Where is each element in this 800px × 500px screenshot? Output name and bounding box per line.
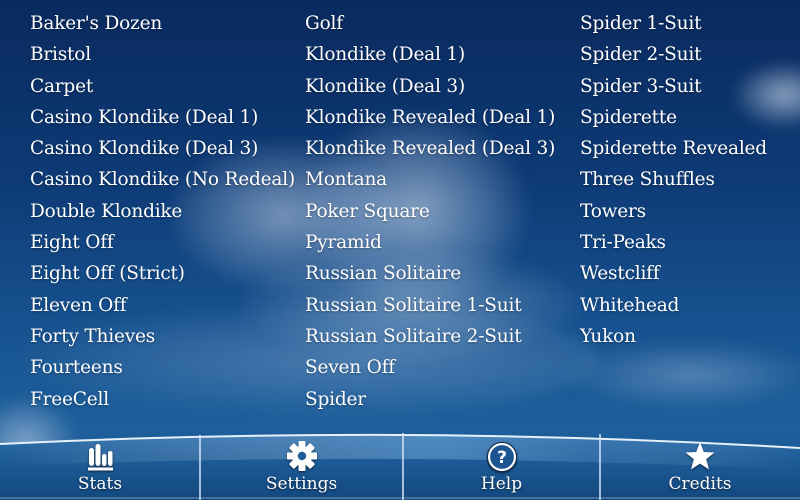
game-list-item[interactable]: Golf bbox=[305, 8, 555, 39]
game-list-item[interactable]: Carpet bbox=[30, 71, 295, 102]
game-list-item[interactable]: Montana bbox=[305, 164, 555, 195]
question-circle-icon: ? bbox=[486, 442, 517, 472]
game-list-item[interactable]: Towers bbox=[580, 196, 767, 227]
game-list-item[interactable]: Casino Klondike (Deal 3) bbox=[30, 133, 295, 164]
game-list: Baker's Dozen Bristol Carpet Casino Klondik… bbox=[0, 8, 800, 418]
credits-button[interactable]: Credits bbox=[600, 430, 800, 500]
game-list-item[interactable]: Yukon bbox=[580, 321, 767, 352]
game-list-item[interactable]: Casino Klondike (No Redeal) bbox=[30, 164, 295, 195]
game-list-column-3: Spider 1-Suit Spider 2-Suit Spider 3-Suit S… bbox=[580, 8, 767, 352]
game-list-item[interactable]: Russian Solitaire 2-Suit bbox=[305, 321, 555, 352]
gear-icon bbox=[286, 441, 317, 471]
settings-label: Settings bbox=[265, 474, 338, 494]
settings-button[interactable]: Settings bbox=[200, 430, 403, 500]
game-list-item[interactable]: Baker's Dozen bbox=[30, 8, 295, 39]
game-list-item[interactable]: Tri-Peaks bbox=[580, 227, 767, 258]
game-list-item[interactable]: Klondike (Deal 3) bbox=[305, 71, 555, 102]
help-button[interactable]: ? Help bbox=[403, 430, 600, 500]
game-list-item[interactable]: Double Klondike bbox=[30, 196, 295, 227]
game-list-column-1: Baker's Dozen Bristol Carpet Casino Klondik… bbox=[30, 8, 295, 415]
game-list-column-2: Golf Klondike (Deal 1) Klondike (Deal 3) Kl… bbox=[305, 8, 555, 415]
game-list-item[interactable]: Spiderette Revealed bbox=[580, 133, 767, 164]
bottom-toolbar: Stats Settings ? Help Credits bbox=[0, 430, 800, 500]
credits-label: Credits bbox=[668, 474, 732, 494]
game-list-item[interactable]: Russian Solitaire 1-Suit bbox=[305, 290, 555, 321]
game-list-item[interactable]: FreeCell bbox=[30, 384, 295, 415]
game-list-item[interactable]: Klondike (Deal 1) bbox=[305, 39, 555, 70]
help-label: Help bbox=[480, 474, 523, 494]
star-icon bbox=[685, 442, 715, 470]
game-list-item[interactable]: Spider 2-Suit bbox=[580, 39, 767, 70]
game-list-item[interactable]: Klondike Revealed (Deal 1) bbox=[305, 102, 555, 133]
game-list-item[interactable]: Spider bbox=[305, 384, 555, 415]
game-list-item[interactable]: Three Shuffles bbox=[580, 164, 767, 195]
game-list-item[interactable]: Seven Off bbox=[305, 352, 555, 383]
game-list-item[interactable]: Pyramid bbox=[305, 227, 555, 258]
game-list-item[interactable]: Russian Solitaire bbox=[305, 258, 555, 289]
bar-chart-icon bbox=[88, 444, 113, 471]
game-list-item[interactable]: Spider 1-Suit bbox=[580, 8, 767, 39]
game-list-item[interactable]: Eight Off (Strict) bbox=[30, 258, 295, 289]
game-list-item[interactable]: Fourteens bbox=[30, 352, 295, 383]
game-list-item[interactable]: Spider 3-Suit bbox=[580, 71, 767, 102]
game-list-item[interactable]: Klondike Revealed (Deal 3) bbox=[305, 133, 555, 164]
stats-label: Stats bbox=[77, 474, 123, 494]
svg-text:?: ? bbox=[497, 448, 507, 468]
game-list-item[interactable]: Westcliff bbox=[580, 258, 767, 289]
game-list-item[interactable]: Poker Square bbox=[305, 196, 555, 227]
game-list-item[interactable]: Bristol bbox=[30, 39, 295, 70]
game-list-item[interactable]: Casino Klondike (Deal 1) bbox=[30, 102, 295, 133]
game-list-item[interactable]: Spiderette bbox=[580, 102, 767, 133]
game-list-item[interactable]: Forty Thieves bbox=[30, 321, 295, 352]
game-list-item[interactable]: Eleven Off bbox=[30, 290, 295, 321]
game-list-item[interactable]: Whitehead bbox=[580, 290, 767, 321]
game-list-item[interactable]: Eight Off bbox=[30, 227, 295, 258]
stats-button[interactable]: Stats bbox=[0, 430, 200, 500]
